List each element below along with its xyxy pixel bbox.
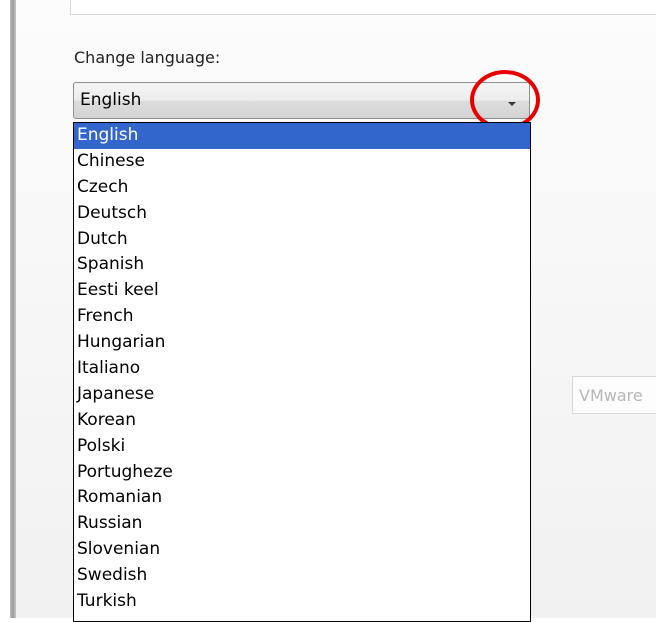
language-option[interactable]: Portugheze <box>74 460 530 486</box>
language-option[interactable]: Russian <box>74 511 530 537</box>
top-group-box <box>70 0 656 15</box>
language-option[interactable]: Hungarian <box>74 330 530 356</box>
highlight-circle-annotation <box>470 70 540 130</box>
language-option[interactable]: Dutch <box>74 227 530 253</box>
language-option[interactable]: Chinese <box>74 149 530 175</box>
language-option[interactable]: Eesti keel <box>74 278 530 304</box>
language-option[interactable]: Deutsch <box>74 201 530 227</box>
language-dropdown-list[interactable]: English Chinese Czech Deutsch Dutch Spanish Ee… <box>73 122 531 622</box>
language-option[interactable]: Italiano <box>74 356 530 382</box>
language-option[interactable]: Slovenian <box>74 537 530 563</box>
language-option[interactable]: Japanese <box>74 382 530 408</box>
language-combobox[interactable]: English <box>73 82 530 119</box>
language-option[interactable]: Swedish <box>74 563 530 589</box>
background-text-field: VMware <box>572 376 656 414</box>
language-option[interactable]: Turkish <box>74 589 530 615</box>
change-language-label: Change language: <box>74 48 221 67</box>
language-option[interactable]: French <box>74 304 530 330</box>
background-text-field-value: VMware <box>579 386 643 405</box>
language-combobox-value: English <box>80 90 142 110</box>
language-option[interactable]: Romanian <box>74 485 530 511</box>
language-option[interactable]: Korean <box>74 408 530 434</box>
language-option[interactable]: Czech <box>74 175 530 201</box>
language-option[interactable]: Spanish <box>74 252 530 278</box>
language-option[interactable]: Polski <box>74 434 530 460</box>
language-option[interactable]: English <box>74 123 530 149</box>
